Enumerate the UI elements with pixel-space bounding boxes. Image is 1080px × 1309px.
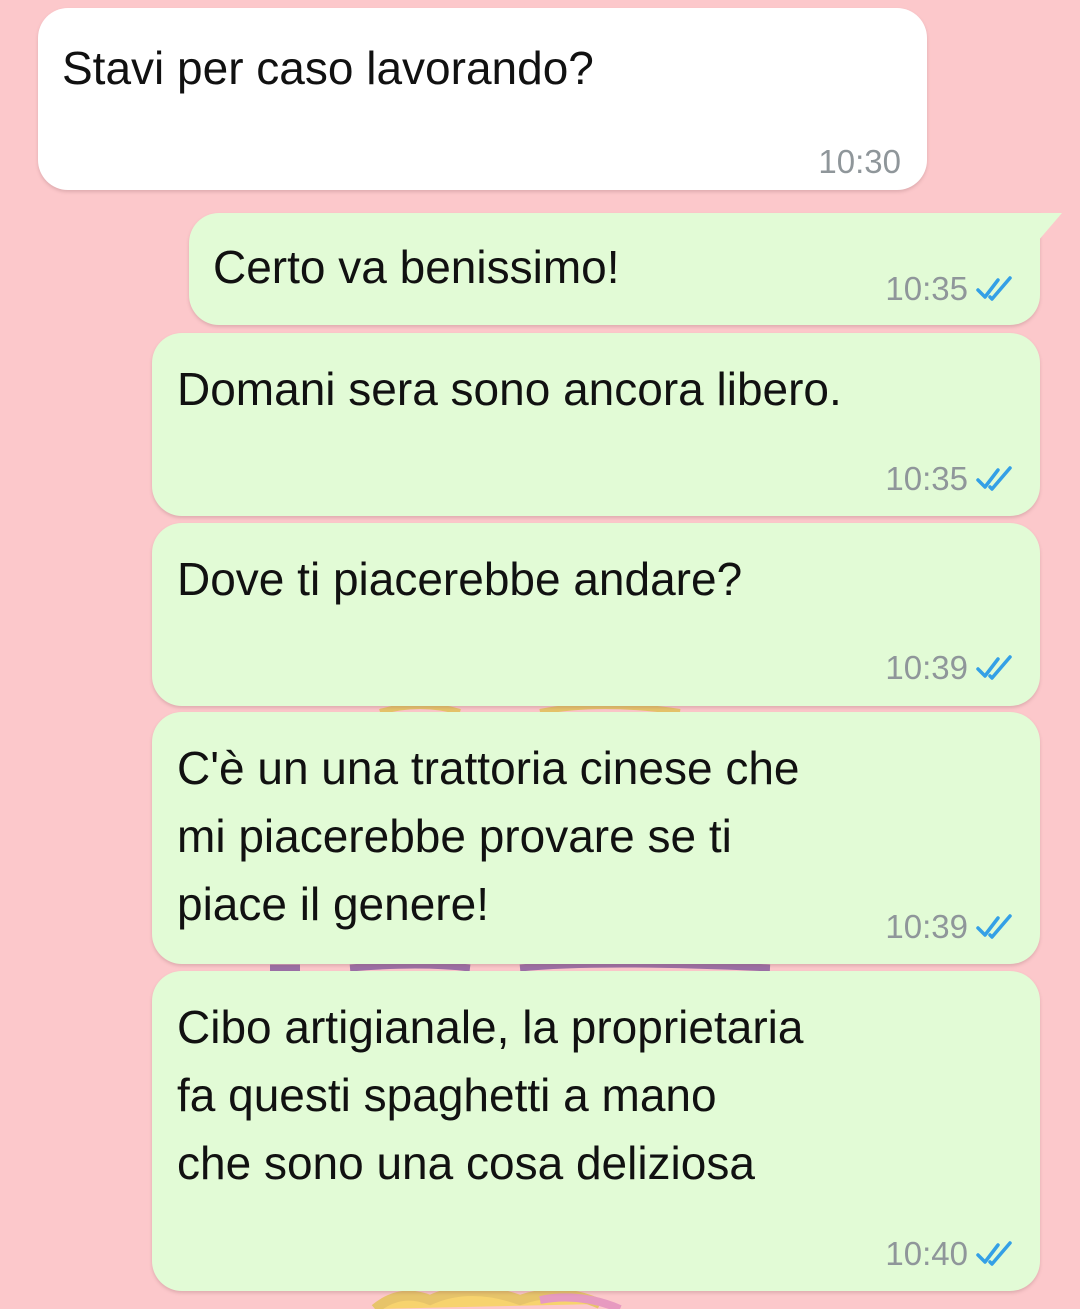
message-timestamp: 10:35 [885, 270, 968, 307]
double-check-read-icon [976, 914, 1012, 939]
message-meta: 10:40 [885, 1234, 1018, 1274]
message-meta: 10:30 [818, 142, 901, 182]
message-bubble-outgoing[interactable]: Dove ti piacerebbe andare? 10:39 [152, 523, 1040, 706]
double-check-read-icon [976, 1241, 1012, 1266]
message-bubble-outgoing[interactable]: Domani sera sono ancora libero. 10:35 [152, 333, 1040, 516]
message-meta: 10:39 [885, 648, 1018, 688]
message-bubble-outgoing[interactable]: Cibo artigianale, la proprietaria fa que… [152, 971, 1040, 1291]
message-text: Dove ti piacerebbe andare? [177, 553, 743, 605]
message-bubble-outgoing[interactable]: C'è un una trattoria cinese che mi piace… [152, 712, 1040, 964]
message-bubble-incoming[interactable]: Stavi per caso lavorando? 10:30 [38, 8, 927, 190]
message-text: C'è un una trattoria cinese che mi piace… [177, 742, 800, 930]
message-text: Certo va benissimo! [213, 241, 620, 293]
bubble-tail [1038, 213, 1062, 241]
message-text: Cibo artigianale, la proprietaria fa que… [177, 1001, 804, 1189]
message-timestamp: 10:39 [885, 908, 968, 945]
message-timestamp: 10:35 [885, 460, 968, 497]
message-meta: 10:39 [885, 907, 1018, 947]
message-bubble-outgoing[interactable]: Certo va benissimo! 10:35 [189, 213, 1062, 325]
message-timestamp: 10:39 [885, 649, 968, 686]
message-timestamp: 10:40 [885, 1235, 968, 1272]
double-check-read-icon [976, 276, 1012, 301]
double-check-read-icon [976, 466, 1012, 491]
message-text: Stavi per caso lavorando? [62, 42, 594, 94]
double-check-read-icon [976, 655, 1012, 680]
message-text: Domani sera sono ancora libero. [177, 363, 842, 415]
message-meta: 10:35 [885, 459, 1018, 499]
message-meta: 10:35 [885, 269, 1018, 309]
message-timestamp: 10:30 [818, 143, 901, 180]
